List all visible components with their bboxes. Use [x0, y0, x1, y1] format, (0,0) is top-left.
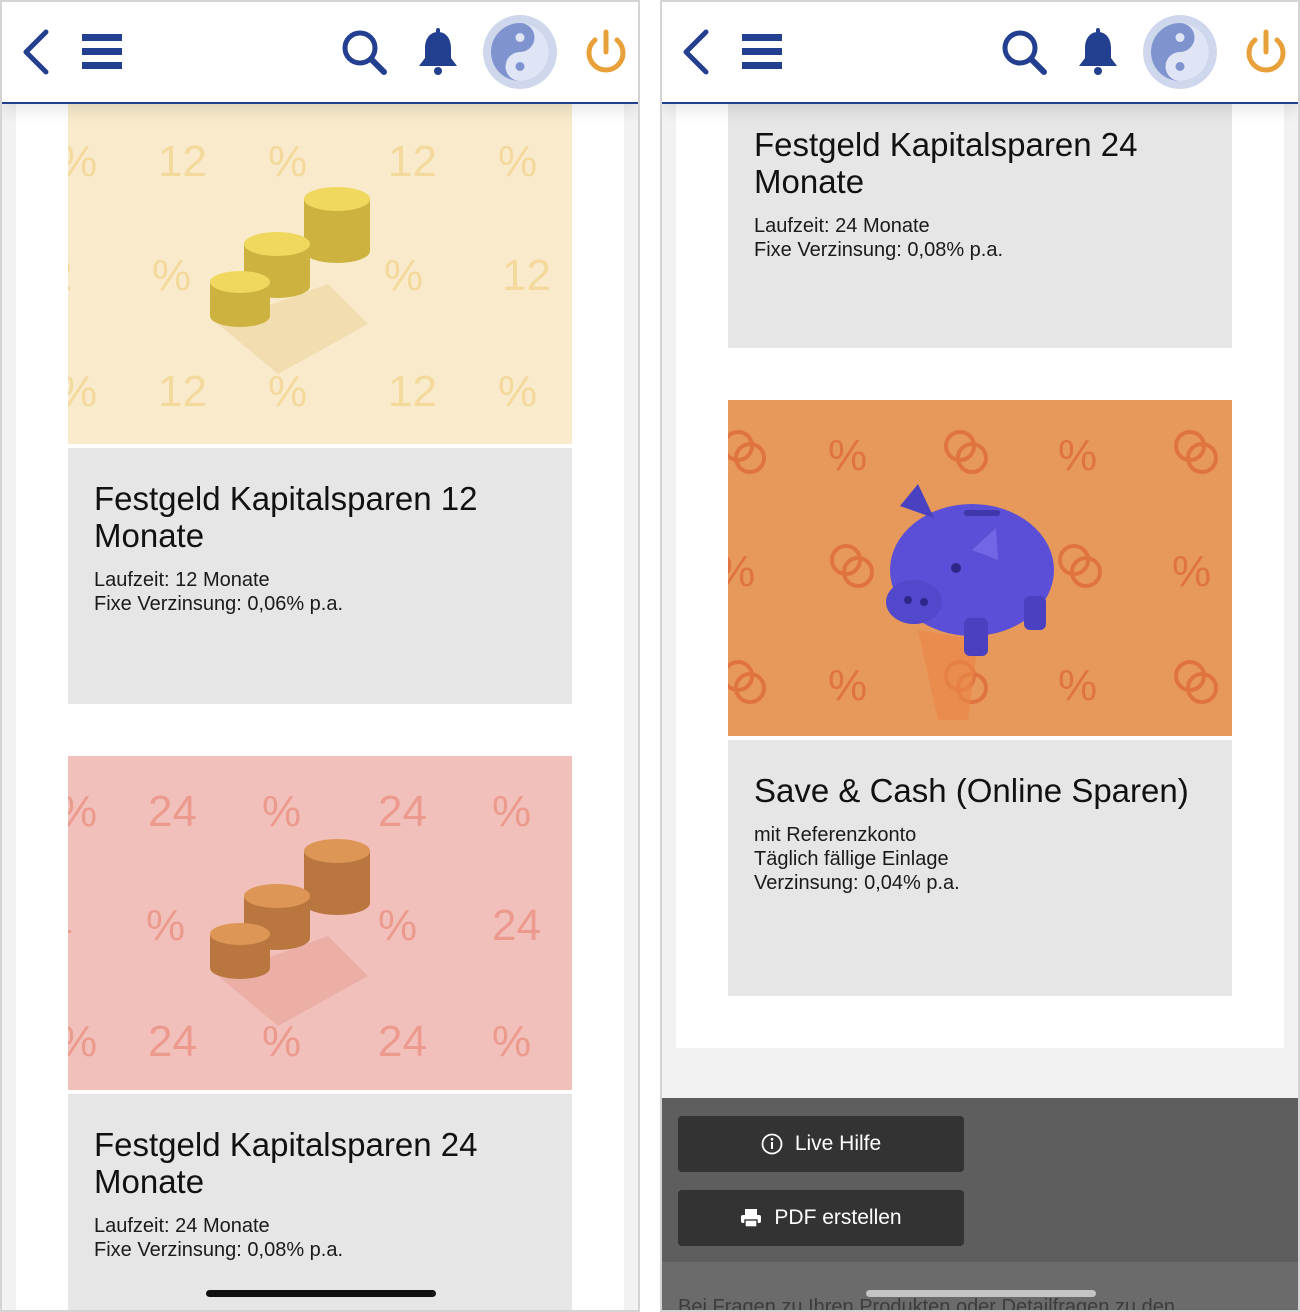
product-card-body: Festgeld Kapitalsparen 12 Monate Laufzei… [68, 448, 572, 704]
product-title: Save & Cash (Online Sparen) [754, 772, 1189, 809]
chevron-left-icon[interactable] [12, 26, 64, 78]
product-rate: Verzinsung: 0,04% p.a. [754, 872, 960, 894]
product-term: Laufzeit: 24 Monate [754, 215, 930, 237]
product-list: Festgeld Kapitalsparen 24 Monate Laufzei… [676, 104, 1284, 1048]
top-navigation-bar [662, 2, 1298, 104]
avatar[interactable] [1142, 14, 1218, 90]
svg-text:%: % [1058, 431, 1097, 480]
svg-text:%: % [262, 787, 301, 836]
product-card-body: Festgeld Kapitalsparen 24 Monate Laufzei… [68, 1094, 572, 1310]
product-title: Festgeld Kapitalsparen 24 Monate [754, 126, 1138, 200]
bell-icon[interactable] [1072, 26, 1124, 78]
svg-text:24: 24 [378, 787, 427, 836]
svg-text:%: % [728, 547, 755, 596]
svg-text:24: 24 [378, 1017, 427, 1066]
svg-text:%: % [68, 787, 97, 836]
product-term: Laufzeit: 12 Monate [94, 569, 270, 591]
footer: Live Hilfe PDF erstellen Bei Fragen zu I… [662, 1098, 1298, 1312]
product-card-body: Save & Cash (Online Sparen) mit Referenz… [728, 740, 1232, 996]
svg-text:%: % [1058, 661, 1097, 710]
footer-help-text: Bei Fragen zu Ihren Produkten oder Detai… [678, 1296, 1175, 1312]
svg-text:%: % [152, 251, 191, 300]
hamburger-icon[interactable] [738, 26, 790, 78]
svg-text:%: % [498, 137, 537, 186]
coins-illustration: % 24% 24% 4%% 24 % 24% 24% [68, 756, 572, 1090]
search-icon[interactable] [338, 26, 390, 78]
right-screen: Festgeld Kapitalsparen 24 Monate Laufzei… [660, 0, 1300, 1312]
hamburger-icon[interactable] [78, 26, 130, 78]
svg-text:24: 24 [148, 1017, 197, 1066]
top-navigation-bar [2, 2, 638, 104]
live-help-button[interactable]: Live Hilfe [678, 1116, 964, 1172]
svg-text:%: % [378, 901, 417, 950]
svg-text:%: % [268, 367, 307, 416]
product-rate: Fixe Verzinsung: 0,06% p.a. [94, 593, 344, 615]
svg-text:4: 4 [68, 901, 72, 950]
svg-text:12: 12 [502, 251, 551, 300]
svg-text:%: % [146, 901, 185, 950]
avatar[interactable] [482, 14, 558, 90]
svg-text:24: 24 [148, 787, 197, 836]
piggy-bank-illustration: %% %% %% [728, 400, 1232, 736]
chevron-left-icon[interactable] [672, 26, 724, 78]
svg-text:%: % [498, 367, 537, 416]
svg-text:%: % [68, 1017, 97, 1066]
search-icon[interactable] [998, 26, 1050, 78]
pdf-label: PDF erstellen [774, 1206, 902, 1229]
svg-text:12: 12 [388, 137, 437, 186]
svg-text:%: % [1172, 547, 1211, 596]
footer-actions: Live Hilfe PDF erstellen [662, 1098, 1298, 1262]
svg-text:%: % [828, 431, 867, 480]
info-icon [761, 1133, 783, 1155]
product-reference: mit Referenzkonto [754, 824, 917, 846]
product-rate: Fixe Verzinsung: 0,08% p.a. [94, 1239, 344, 1261]
svg-text:%: % [68, 137, 97, 186]
svg-text:%: % [268, 137, 307, 186]
live-help-label: Live Hilfe [794, 1132, 882, 1155]
product-card-body: Festgeld Kapitalsparen 24 Monate Laufzei… [728, 104, 1232, 348]
product-type: Täglich fällige Einlage [754, 848, 949, 870]
svg-text:%: % [68, 367, 97, 416]
product-list: % 12% 12% 2%% 12 % 12% 12% Festgeld Kapitalsp… [16, 104, 624, 1310]
svg-text:24: 24 [492, 901, 541, 950]
svg-text:12: 12 [158, 367, 207, 416]
product-rate: Fixe Verzinsung: 0,08% p.a. [754, 239, 1004, 261]
svg-text:%: % [384, 251, 423, 300]
coins-illustration: % 12% 12% 2%% 12 % 12% 12% [68, 104, 572, 444]
power-icon[interactable] [580, 26, 632, 78]
power-icon[interactable] [1240, 26, 1292, 78]
bell-icon[interactable] [412, 26, 464, 78]
product-title: Festgeld Kapitalsparen 24 Monate [94, 1126, 478, 1200]
svg-text:%: % [492, 1017, 531, 1066]
product-term: Laufzeit: 24 Monate [94, 1215, 270, 1237]
svg-text:%: % [262, 1017, 301, 1066]
svg-text:12: 12 [388, 367, 437, 416]
left-screen: % 12% 12% 2%% 12 % 12% 12% Festgeld Kapitalsp… [0, 0, 640, 1312]
svg-text:%: % [828, 661, 867, 710]
svg-text:2: 2 [68, 251, 72, 300]
svg-text:12: 12 [158, 137, 207, 186]
home-indicator [206, 1290, 436, 1297]
pdf-button[interactable]: PDF erstellen [678, 1190, 964, 1246]
svg-text:%: % [492, 787, 531, 836]
printer-icon [741, 1209, 762, 1228]
product-title: Festgeld Kapitalsparen 12 Monate [94, 480, 478, 554]
home-indicator [866, 1290, 1096, 1297]
